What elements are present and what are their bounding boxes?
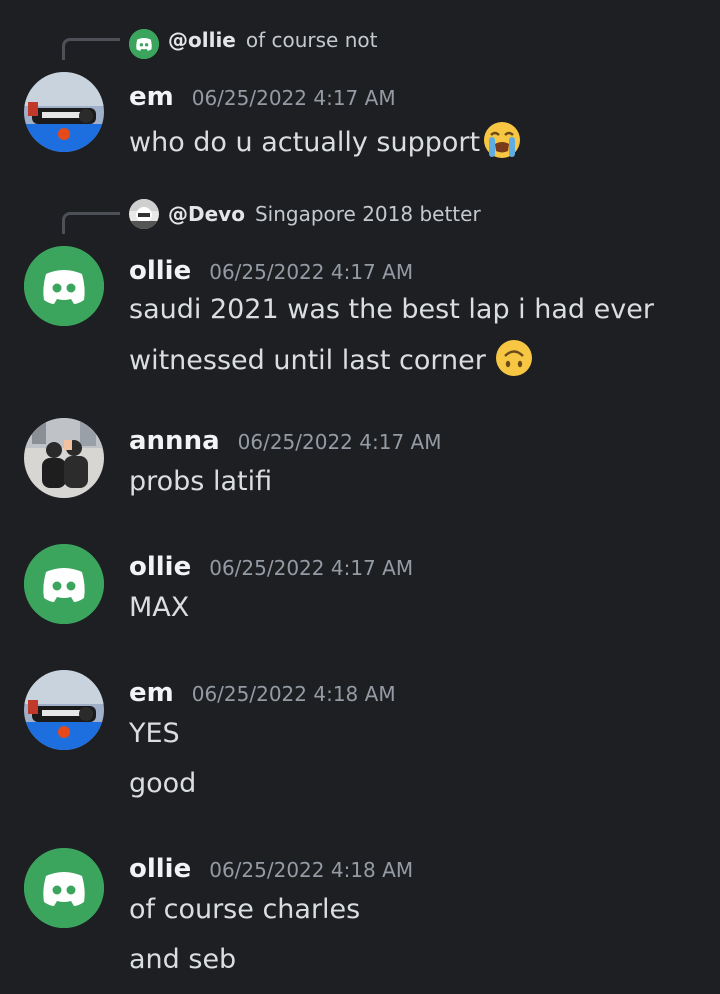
timestamp: 06/25/2022 4:18 AM	[209, 858, 414, 882]
message-line: who do u actually support	[129, 127, 481, 158]
author-name[interactable]: ollie	[129, 552, 191, 582]
message-line: of course charles	[129, 894, 361, 925]
message-text: witnessed until last corner	[129, 338, 534, 385]
reply-preview-text: of course not	[245, 28, 378, 52]
avatar[interactable]	[24, 418, 104, 498]
timestamp: 06/25/2022 4:17 AM	[209, 260, 414, 284]
reply-author-name[interactable]: @ollie	[168, 28, 236, 52]
timestamp: 06/25/2022 4:18 AM	[191, 682, 396, 706]
discord-logo-icon[interactable]	[24, 544, 104, 624]
devo-avatar	[129, 199, 159, 229]
reply-preview-text: Singapore 2018 better	[254, 202, 481, 226]
message-text: of course charles	[129, 894, 360, 925]
message-text: good	[129, 768, 196, 799]
reply-author-name[interactable]: @Devo	[168, 202, 245, 226]
avatar[interactable]	[24, 670, 104, 750]
upside-down-face-icon	[494, 338, 534, 385]
author-name[interactable]: annna	[129, 426, 220, 456]
chat-message-list: @ollie of course not em 06/25/2022 4:17 A…	[0, 0, 720, 994]
message-text: YES	[129, 718, 180, 749]
reply-reference[interactable]: @ollie of course not	[0, 22, 720, 62]
message-line: saudi 2021 was the best lap i had ever	[129, 294, 654, 325]
avatar[interactable]	[24, 72, 104, 152]
message-line: MAX	[129, 592, 190, 623]
message-line: witnessed until last corner	[129, 345, 486, 376]
timestamp: 06/25/2022 4:17 AM	[191, 86, 396, 110]
reply-author[interactable]: @ollie of course not	[168, 28, 377, 52]
message-line: and seb	[129, 944, 237, 975]
message-text: saudi 2021 was the best lap i had ever	[129, 294, 654, 325]
author-name[interactable]: ollie	[129, 256, 191, 286]
discord-logo-icon	[129, 29, 159, 59]
discord-logo-icon[interactable]	[24, 848, 104, 928]
timestamp: 06/25/2022 4:17 AM	[209, 556, 414, 580]
author-name[interactable]: em	[129, 82, 174, 112]
discord-logo-icon[interactable]	[24, 246, 104, 326]
reply-author[interactable]: @Devo Singapore 2018 better	[168, 202, 481, 226]
message-line: YES	[129, 718, 180, 749]
message-text: and seb	[129, 944, 236, 975]
reply-reference[interactable]: @Devo Singapore 2018 better	[0, 196, 720, 236]
reply-connector	[62, 38, 120, 60]
loudly-crying-face-icon	[482, 120, 522, 167]
reply-connector	[62, 212, 120, 234]
author-name[interactable]: em	[129, 678, 174, 708]
timestamp: 06/25/2022 4:17 AM	[237, 430, 442, 454]
message-line: good	[129, 768, 197, 799]
message-text: MAX	[129, 592, 189, 623]
message-line: probs latifi	[129, 466, 273, 497]
author-name[interactable]: ollie	[129, 854, 191, 884]
message-text: probs latifi	[129, 466, 272, 497]
message-text: who do u actually support	[129, 120, 522, 167]
